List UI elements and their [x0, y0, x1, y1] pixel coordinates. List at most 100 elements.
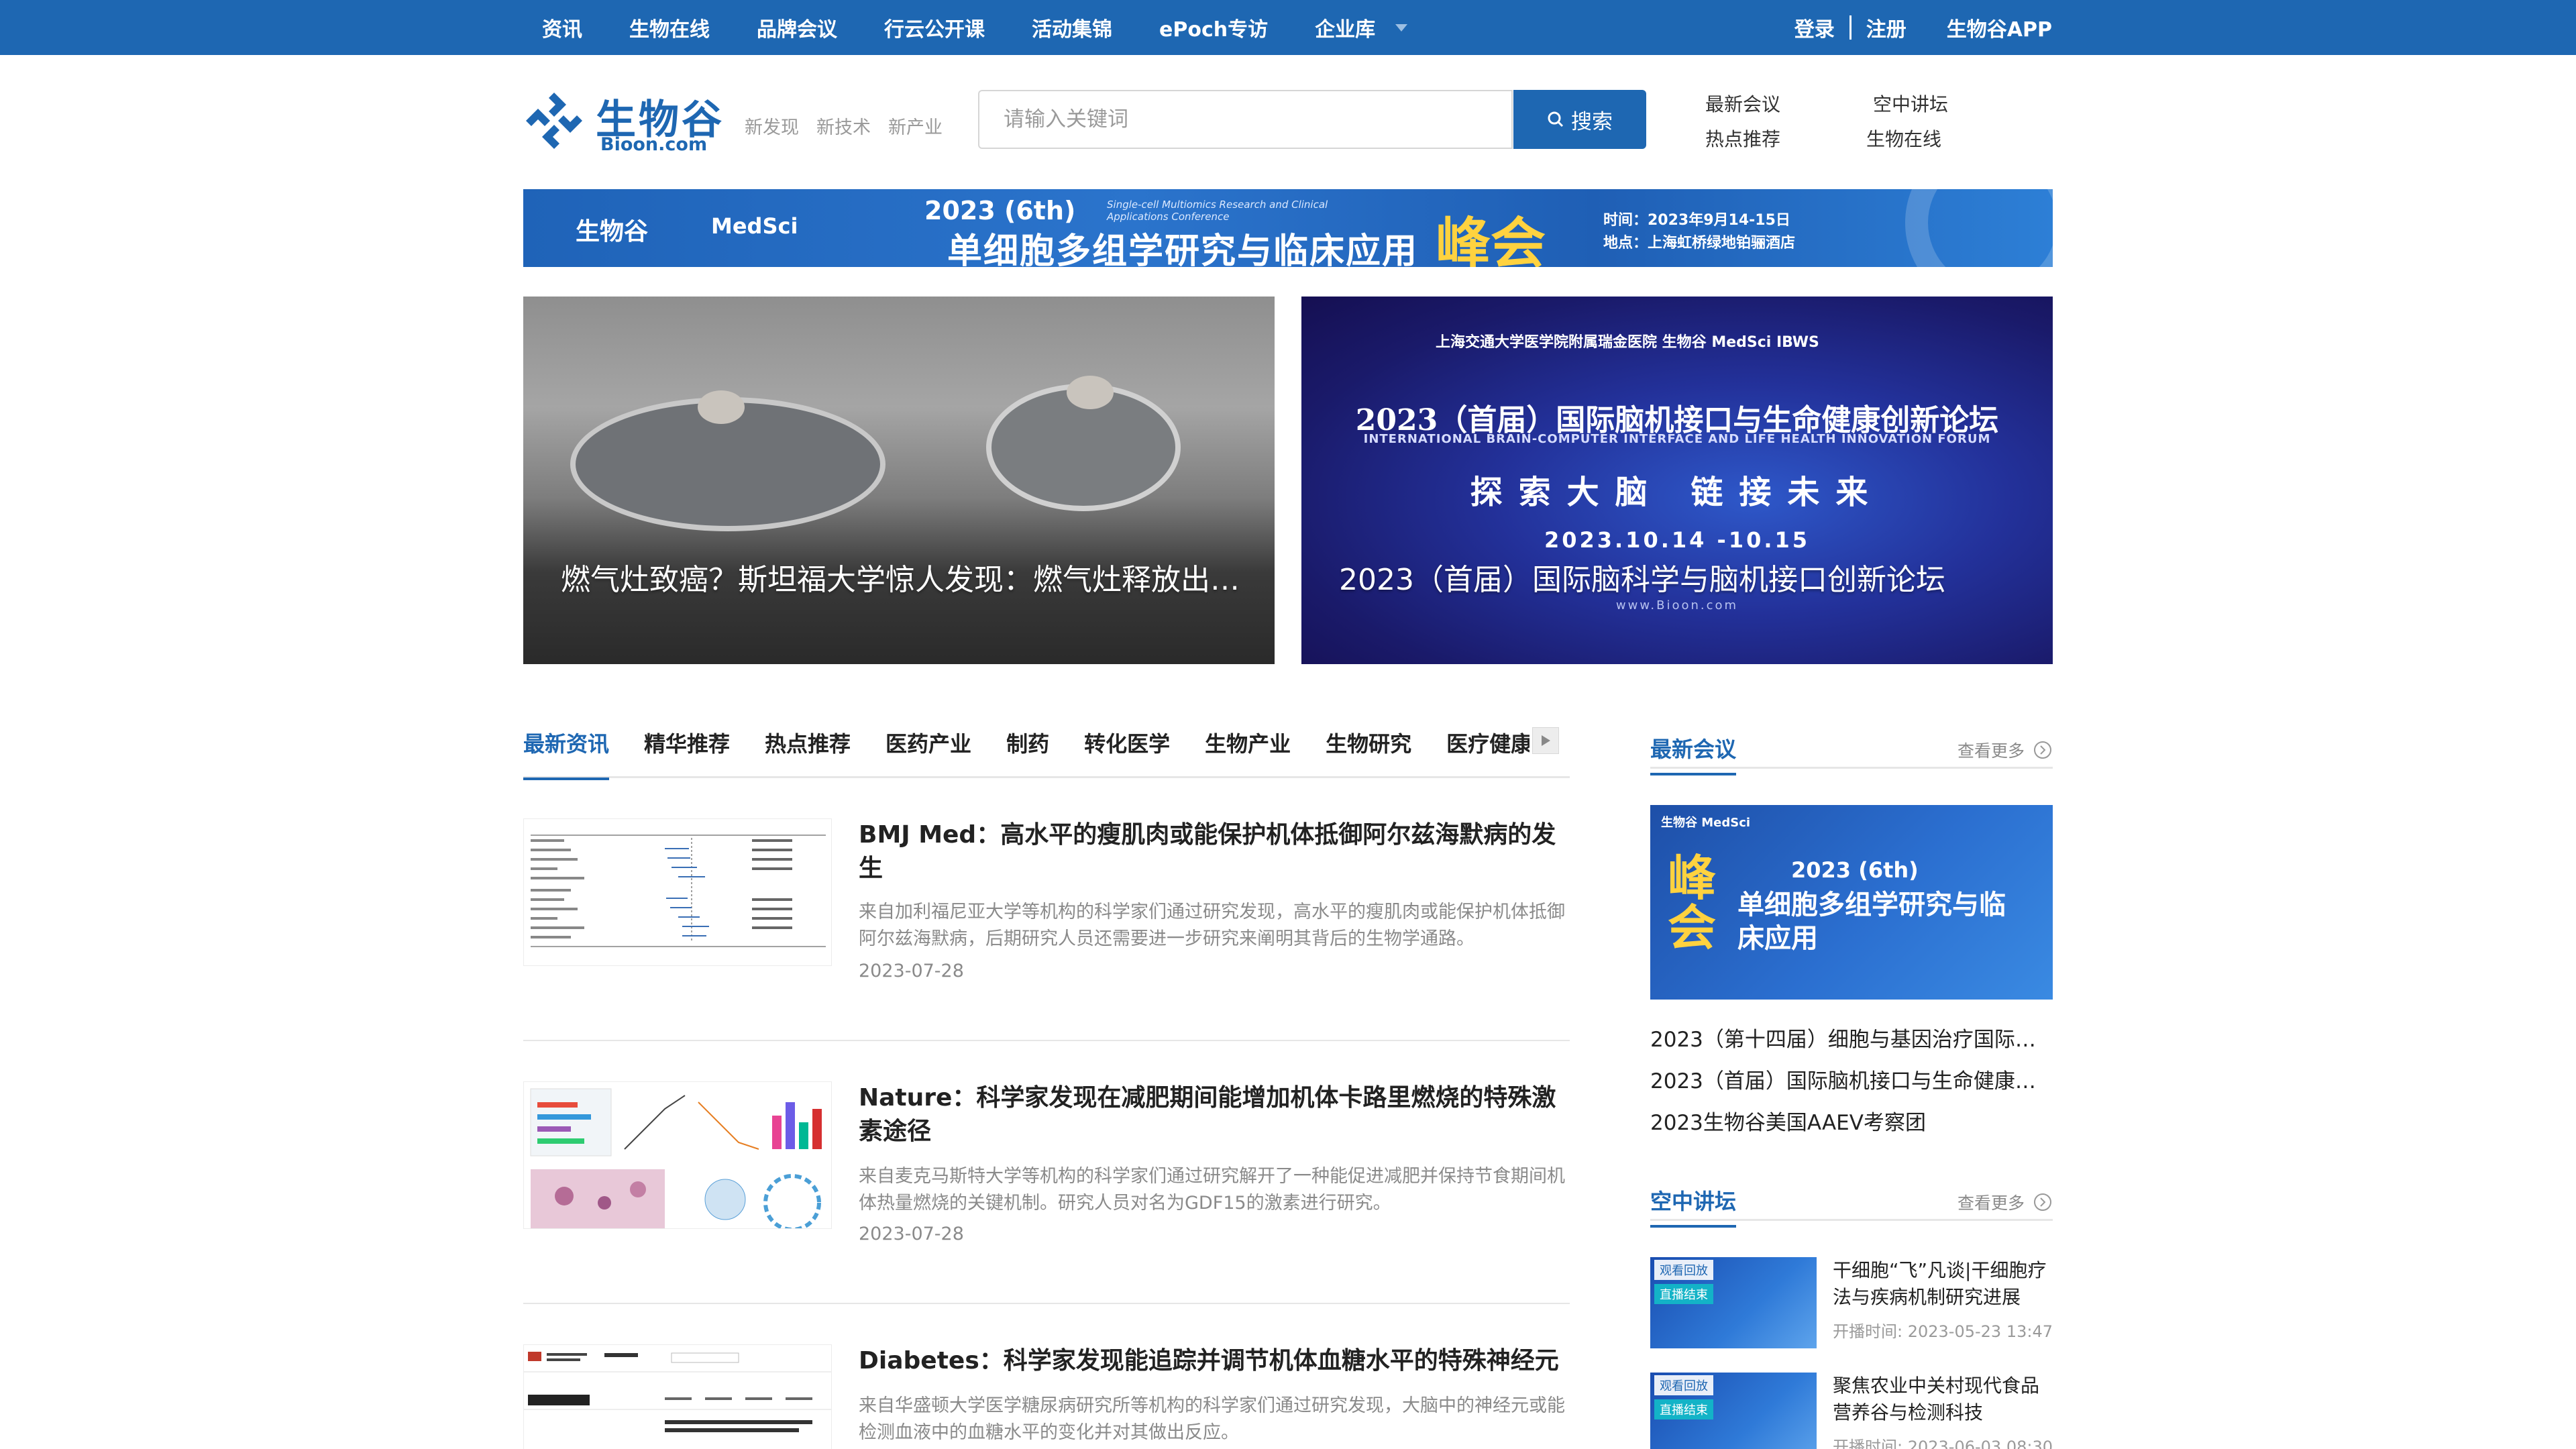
- article-summary: 来自加利福尼亚大学等机构的科学家们通过研究发现，高水平的瘦肌肉或能保护机体抵御阿…: [859, 902, 1565, 949]
- quick-link-bio-online[interactable]: 生物在线: [1866, 125, 1941, 152]
- banner-brand: 生物谷: [576, 218, 649, 246]
- article-summary: 来自华盛顿大学医学糖尿病研究所等机构的科学家们通过研究发现，大脑中的神经元或能检…: [859, 1395, 1565, 1443]
- lectures-more-link[interactable]: 查看更多: [1957, 1190, 2053, 1214]
- quick-link-hot[interactable]: 热点推荐: [1705, 125, 1780, 152]
- divider: [523, 1040, 1570, 1041]
- tab-hot[interactable]: 热点推荐: [765, 718, 851, 778]
- lecture-time: 开播时间: 2023-05-23 13:47: [1833, 1322, 2053, 1341]
- nav-item-activities[interactable]: 活动集锦: [1032, 13, 1112, 42]
- main-nav: 资讯 生物在线 品牌会议 行云公开课 活动集锦 ePoch专访 企业库: [542, 0, 1408, 55]
- more-label: 查看更多: [1957, 1193, 2025, 1213]
- banner-time: 时间：2023年9月14-15日: [1603, 212, 1790, 229]
- journal-page-thumbnail: [524, 1352, 831, 1432]
- tab-featured[interactable]: 精华推荐: [644, 718, 730, 778]
- banner-peak: 峰会: [1436, 211, 1546, 267]
- quick-link-latest-meetings[interactable]: 最新会议: [1705, 90, 1780, 117]
- feature-card-brain-forum[interactable]: 上海交通大学医学院附属瑞金医院 生物谷 MedSci IBWS 2023（首届）…: [1301, 297, 2053, 664]
- latest-meetings-heading: 最新会议: [1650, 733, 1737, 775]
- banner-title: 单细胞多组学研究与临床应用: [947, 231, 1419, 267]
- site-slogan: 新发现 新技术 新产业: [745, 113, 960, 139]
- banner-info: 时间：2023年9月14-15日 地点：上海虹桥绿地铂骊酒店: [1603, 209, 1795, 255]
- arrow-circle-right-icon: [2034, 1193, 2051, 1211]
- app-link[interactable]: 生物谷APP: [1947, 13, 2052, 42]
- article-title[interactable]: BMJ Med：高水平的瘦肌肉或能保护机体抵御阿尔兹海默病的发生: [859, 818, 1570, 885]
- article-date: 2023-07-28: [859, 961, 964, 981]
- article-title[interactable]: Nature：科学家发现在减肥期间能增加机体卡路里燃烧的特殊激素途径: [859, 1081, 1570, 1148]
- top-navbar: 资讯 生物在线 品牌会议 行云公开课 活动集锦 ePoch专访 企业库 登录 注…: [0, 0, 2576, 55]
- lecture-thumbnail[interactable]: 观看回放 直播结束: [1650, 1257, 1817, 1348]
- logo-text-en: Bioon.com: [600, 134, 708, 155]
- nav-item-open-class[interactable]: 行云公开课: [884, 13, 985, 42]
- tab-strip: 最新资讯 精华推荐 热点推荐 医药产业 制药 转化医学 生物产业 生物研究 医疗…: [523, 718, 1529, 780]
- slogan-item: 新产业: [888, 117, 943, 138]
- meeting-link[interactable]: 2023（首届）国际脑机接口与生命健康创新论坛: [1650, 1064, 2053, 1094]
- slogan-item: 新发现: [745, 117, 799, 138]
- tab-bio-industry[interactable]: 生物产业: [1205, 718, 1291, 778]
- nav-item-bio-online[interactable]: 生物在线: [629, 13, 710, 42]
- slogan-item: 新技术: [816, 117, 871, 138]
- tab-translational-medicine[interactable]: 转化医学: [1084, 718, 1170, 778]
- register-link[interactable]: 注册: [1866, 13, 1907, 42]
- more-label: 查看更多: [1957, 741, 2025, 761]
- tab-bio-research[interactable]: 生物研究: [1326, 718, 1411, 778]
- nav-item-brand-meetings[interactable]: 品牌会议: [757, 13, 837, 42]
- sky-forum-heading: 空中讲坛: [1650, 1185, 1737, 1228]
- article-summary: 来自麦克马斯特大学等机构的科学家们通过研究解开了一种能促进减肥并保持节食期间机体…: [859, 1166, 1565, 1214]
- article-thumbnail[interactable]: [523, 1344, 832, 1449]
- sky-forum-header: 空中讲坛 查看更多: [1650, 1179, 2053, 1228]
- forum-url: www.Bioon.com: [1615, 598, 1739, 612]
- forum-english-title: INTERNATIONAL BRAIN-COMPUTER INTERFACE A…: [1363, 432, 1991, 446]
- feature-caption: 2023（首届）国际脑科学与脑机接口创新论坛: [1339, 563, 1945, 597]
- meeting-link[interactable]: 2023生物谷美国AAEV考察团: [1650, 1106, 2053, 1136]
- article-thumbnail[interactable]: [523, 1081, 832, 1229]
- chevron-down-icon[interactable]: [1395, 23, 1408, 32]
- lecture-item[interactable]: 观看回放 直播结束 聚焦农业中关村现代食品营养谷与检测科技 开播时间: 2023…: [1650, 1373, 2053, 1449]
- search-button[interactable]: 搜索: [1513, 90, 1646, 149]
- article-thumbnail[interactable]: [523, 818, 832, 966]
- tab-latest-news[interactable]: 最新资讯: [523, 718, 610, 780]
- conference-banner[interactable]: 生物谷 MedSci 2023 (6th) Single-cell Multio…: [523, 189, 2053, 267]
- user-nav: 登录 注册 生物谷APP: [1794, 0, 2052, 55]
- login-link[interactable]: 登录: [1794, 13, 1835, 42]
- lecture-time: 开播时间: 2023-06-03 08:30: [1833, 1438, 2053, 1449]
- meetings-more-link[interactable]: 查看更多: [1957, 738, 2053, 762]
- forum-slogan: 探索大脑 链接未来: [1470, 474, 1884, 511]
- pan-knob: [698, 390, 745, 424]
- meeting-banner-brand: 生物谷 MedSci: [1661, 816, 1751, 830]
- nav-item-epoch-interview[interactable]: ePoch专访: [1159, 13, 1268, 42]
- news-article[interactable]: Diabetes：科学家发现能追踪并调节机体血糖水平的特殊神经元 来自华盛顿大学…: [523, 1344, 1570, 1449]
- pot-knob: [1067, 376, 1114, 409]
- tab-pharma-industry[interactable]: 医药产业: [885, 718, 971, 778]
- search-input[interactable]: [978, 90, 1513, 149]
- bioon-logo-icon: [526, 93, 582, 149]
- nav-item-news[interactable]: 资讯: [542, 13, 582, 42]
- article-title[interactable]: Diabetes：科学家发现能追踪并调节机体血糖水平的特殊神经元: [859, 1344, 1570, 1378]
- tab-scroll-right-button[interactable]: [1532, 727, 1559, 754]
- arrow-circle-right-icon: [2034, 741, 2051, 759]
- tab-pharma[interactable]: 制药: [1006, 718, 1049, 778]
- banner-year: 2023 (6th): [924, 196, 1076, 225]
- lecture-thumbnail[interactable]: 观看回放 直播结束: [1650, 1373, 1817, 1449]
- search-icon: [1548, 111, 1564, 127]
- banner-brand-medsci: MedSci: [711, 213, 798, 239]
- quick-link-sky-forum[interactable]: 空中讲坛: [1873, 90, 1948, 117]
- news-article[interactable]: Nature：科学家发现在减肥期间能增加机体卡路里燃烧的特殊激素途径 来自麦克马…: [523, 1081, 1570, 1244]
- meeting-banner-peak: 峰会: [1668, 849, 1717, 956]
- site-logo[interactable]: 生物谷 Bioon.com: [523, 87, 724, 155]
- tab-healthcare[interactable]: 医疗健康: [1446, 718, 1529, 778]
- replay-badge: 观看回放: [1654, 1260, 1713, 1280]
- lecture-title[interactable]: 干细胞“飞”凡谈|干细胞疗法与疾病机制研究进展: [1833, 1257, 2054, 1311]
- lecture-item[interactable]: 观看回放 直播结束 干细胞“飞”凡谈|干细胞疗法与疾病机制研究进展 开播时间: …: [1650, 1257, 2053, 1351]
- feature-card-gas-stove[interactable]: 燃气灶致癌？斯坦福大学惊人发现：燃气灶释放出的苯可致癌: [523, 297, 1275, 664]
- latest-meetings-header: 最新会议 查看更多: [1650, 727, 2053, 775]
- news-article[interactable]: BMJ Med：高水平的瘦肌肉或能保护机体抵御阿尔兹海默病的发生 来自加利福尼亚…: [523, 818, 1570, 981]
- meeting-banner-title: 单细胞多组学研究与临床应用: [1737, 890, 2006, 954]
- banner-place: 地点：上海虹桥绿地铂骊酒店: [1603, 235, 1796, 252]
- nav-item-company-library[interactable]: 企业库: [1315, 13, 1375, 42]
- article-date: 2023-07-28: [859, 1224, 964, 1244]
- meeting-link[interactable]: 2023（第十四届）细胞与基因治疗国际研讨会: [1650, 1022, 2053, 1053]
- feature-caption: 燃气灶致癌？斯坦福大学惊人发现：燃气灶释放出的苯可致癌: [561, 563, 1258, 597]
- meeting-banner[interactable]: 生物谷 MedSci 峰会 2023 (6th) 单细胞多组学研究与临床应用: [1650, 805, 2053, 1000]
- forest-plot-thumbnail: [531, 835, 826, 947]
- lecture-title[interactable]: 聚焦农业中关村现代食品营养谷与检测科技: [1833, 1373, 2054, 1426]
